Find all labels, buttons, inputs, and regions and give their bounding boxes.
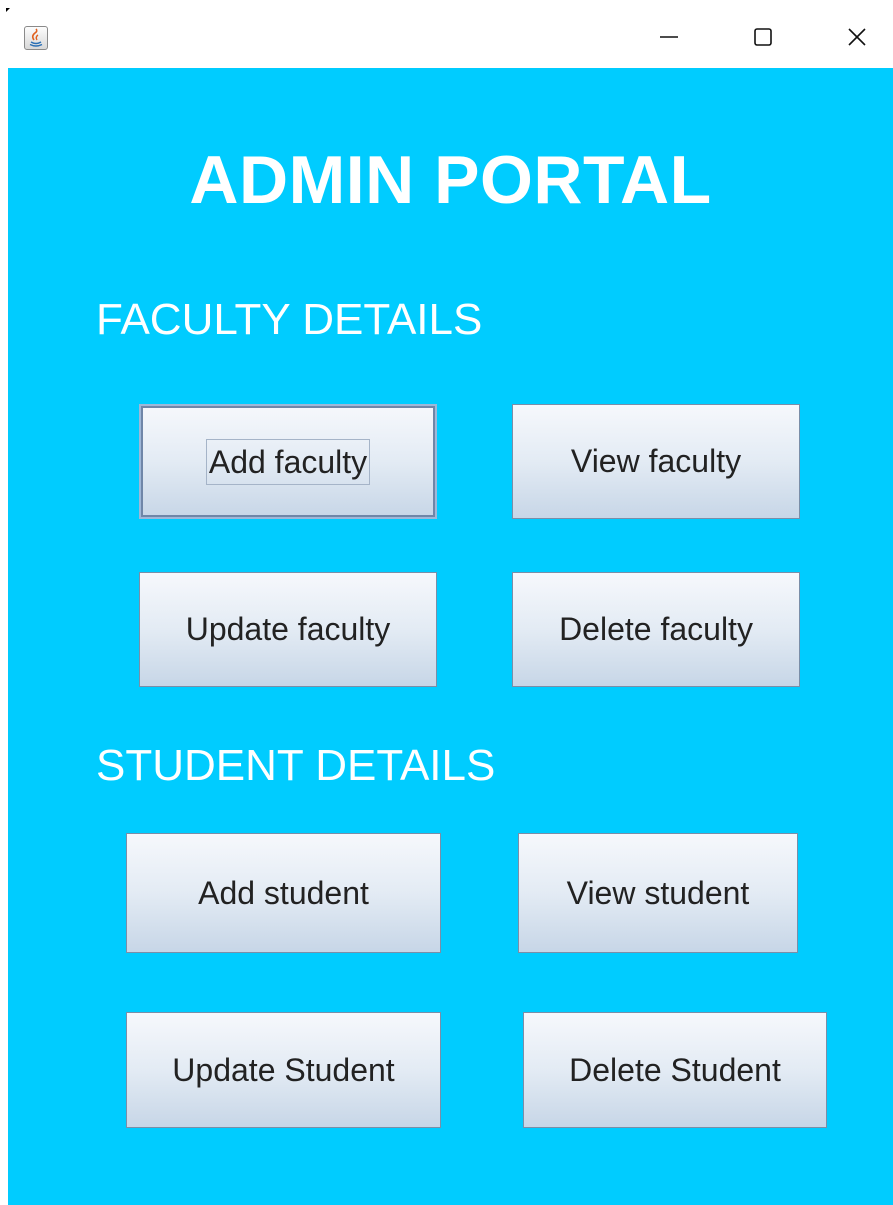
update-student-button[interactable]: Update Student — [126, 1012, 441, 1128]
minimize-button[interactable] — [646, 14, 692, 60]
admin-portal-window: ADMIN PORTAL FACULTY DETAILS Add faculty… — [0, 0, 893, 1205]
add-faculty-button[interactable]: Add faculty — [139, 404, 437, 519]
portal-panel: ADMIN PORTAL FACULTY DETAILS Add faculty… — [8, 68, 893, 1205]
delete-faculty-button[interactable]: Delete faculty — [512, 572, 800, 687]
close-icon — [848, 28, 866, 46]
add-faculty-label: Add faculty — [205, 438, 371, 485]
view-student-button[interactable]: View student — [518, 833, 798, 953]
add-student-button[interactable]: Add student — [126, 833, 441, 953]
update-faculty-button[interactable]: Update faculty — [139, 572, 437, 687]
java-icon[interactable] — [24, 26, 48, 50]
delete-student-button[interactable]: Delete Student — [523, 1012, 827, 1128]
title-bar[interactable] — [0, 0, 893, 68]
window-corner-mark — [6, 8, 10, 12]
maximize-icon — [754, 28, 772, 46]
faculty-section-heading: FACULTY DETAILS — [96, 295, 483, 344]
minimize-icon — [660, 36, 678, 38]
view-faculty-button[interactable]: View faculty — [512, 404, 800, 519]
close-button[interactable] — [834, 14, 880, 60]
maximize-button[interactable] — [740, 14, 786, 60]
page-title: ADMIN PORTAL — [189, 142, 712, 218]
student-section-heading: STUDENT DETAILS — [96, 741, 496, 790]
